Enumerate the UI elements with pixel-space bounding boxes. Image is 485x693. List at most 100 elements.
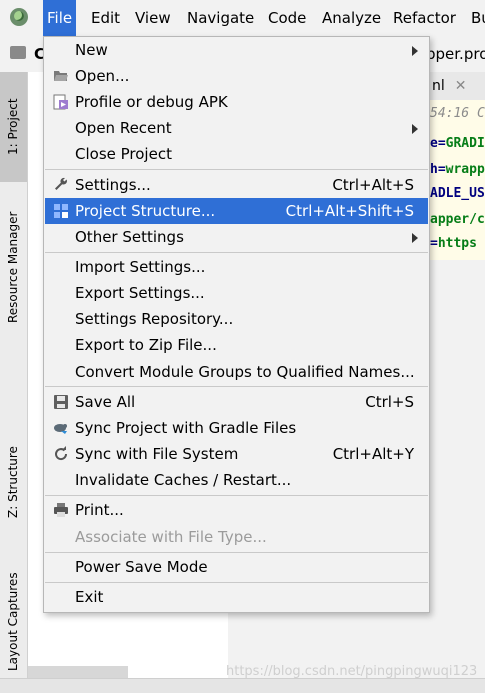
menu-build[interactable]: Bu (467, 0, 485, 36)
menu-navigate[interactable]: Navigate (183, 0, 258, 36)
code-value: ADLE_US (430, 186, 485, 201)
menu-item-label: Invalidate Caches / Restart... (75, 471, 292, 489)
menu-item-label: Sync Project with Gradle Files (75, 419, 297, 437)
menu-item-export-settings[interactable]: Export Settings... (45, 280, 428, 306)
code-value: GRADI (445, 136, 485, 151)
breadcrumb-file[interactable]: pper.pro (426, 36, 485, 72)
menu-item-label: Convert Module Groups to Qualified Names… (75, 363, 415, 381)
editor-tab[interactable]: nl ✕ (428, 72, 485, 101)
submenu-arrow-icon (412, 233, 418, 243)
watermark: https://blog.csdn.net/pingpingwuqi123 (226, 664, 478, 679)
file-menu-dropdown: New Open... Profile or debug APK Open Re… (43, 36, 430, 613)
code-line: apper/c (430, 212, 485, 227)
submenu-arrow-icon (412, 124, 418, 134)
menu-item-label: Profile or debug APK (75, 93, 228, 111)
menu-separator (45, 169, 428, 170)
menu-item-convert-module-groups[interactable]: Convert Module Groups to Qualified Names… (45, 359, 428, 385)
menu-refactor[interactable]: Refactor (389, 0, 460, 36)
menu-bar: File Edit View Navigate Code Analyze Ref… (0, 0, 485, 37)
menu-edit[interactable]: Edit (87, 0, 124, 36)
code-value: https (437, 236, 477, 251)
menu-item-label: Associate with File Type... (75, 528, 267, 546)
code-key: e= (430, 136, 446, 151)
code-value: wrapp (445, 162, 485, 177)
code-key: = (430, 236, 438, 251)
code-line: =https (430, 236, 477, 251)
menu-item-sync-file-system[interactable]: Sync with File System Ctrl+Alt+Y (45, 441, 428, 467)
menu-item-label: Project Structure... (75, 202, 216, 220)
bottom-bar (0, 678, 485, 693)
android-studio-icon (10, 8, 28, 26)
menu-item-label: Exit (75, 588, 104, 606)
menu-item-new[interactable]: New (45, 37, 428, 63)
menu-item-label: Close Project (75, 145, 172, 163)
save-icon (54, 395, 68, 409)
menu-item-project-structure[interactable]: Project Structure... Ctrl+Alt+Shift+S (45, 198, 428, 224)
menu-item-label: Settings... (75, 176, 151, 194)
wrench-icon (55, 177, 67, 190)
menu-item-settings[interactable]: Settings... Ctrl+Alt+S (45, 172, 428, 198)
gradle-sync-icon (54, 424, 67, 434)
editor-comment: 54:16 C (430, 106, 485, 121)
menu-separator (45, 495, 428, 496)
menu-item-label: New (75, 41, 108, 59)
apk-icon (53, 94, 68, 110)
menu-item-sync-gradle[interactable]: Sync Project with Gradle Files (45, 415, 428, 441)
menu-item-exit[interactable]: Exit (45, 584, 428, 610)
menu-item-label: Open Recent (75, 119, 172, 137)
menu-file[interactable]: File (43, 0, 77, 36)
project-structure-icon (54, 204, 68, 218)
tab-resource-manager[interactable]: Resource Manager (0, 202, 27, 332)
code-key: h= (430, 162, 446, 177)
printer-icon (54, 503, 68, 517)
menu-item-other-settings[interactable]: Other Settings (45, 224, 428, 250)
menu-separator (45, 582, 428, 583)
menu-view[interactable]: View (131, 0, 175, 36)
menu-item-label: Export Settings... (75, 284, 205, 302)
menu-item-shortcut: Ctrl+Alt+Shift+S (285, 202, 414, 220)
menu-item-label: Settings Repository... (75, 310, 234, 328)
menu-item-label: Open... (75, 67, 130, 85)
code-line: ADLE_US (430, 186, 485, 201)
folder-open-icon (54, 71, 68, 81)
menu-item-import-settings[interactable]: Import Settings... (45, 254, 428, 280)
menu-item-export-zip[interactable]: Export to Zip File... (45, 332, 428, 358)
tool-window-strip: 1: Project Resource Manager Z: Structure… (0, 72, 28, 692)
tab-project[interactable]: 1: Project (0, 72, 27, 182)
tab-structure[interactable]: Z: Structure (0, 437, 27, 527)
menu-item-label: Export to Zip File... (75, 336, 217, 354)
editor-tab-label: nl (432, 78, 445, 94)
menu-item-shortcut: Ctrl+Alt+S (332, 176, 414, 194)
menu-item-open-recent[interactable]: Open Recent (45, 115, 428, 141)
code-line: e=GRADI (430, 136, 485, 151)
menu-item-label: Print... (75, 501, 124, 519)
menu-item-power-save-mode[interactable]: Power Save Mode (45, 554, 428, 580)
menu-item-shortcut: Ctrl+Alt+Y (332, 445, 414, 463)
menu-item-shortcut: Ctrl+S (365, 393, 414, 411)
submenu-arrow-icon (412, 46, 418, 56)
menu-item-invalidate-caches[interactable]: Invalidate Caches / Restart... (45, 467, 428, 493)
menu-item-label: Power Save Mode (75, 558, 208, 576)
menu-separator (45, 552, 428, 553)
menu-item-label: Import Settings... (75, 258, 206, 276)
menu-item-label: Other Settings (75, 228, 184, 246)
menu-item-label: Sync with File System (75, 445, 239, 463)
menu-item-close-project[interactable]: Close Project (45, 141, 428, 167)
menu-item-profile-apk[interactable]: Profile or debug APK (45, 89, 428, 115)
menu-item-print[interactable]: Print... (45, 497, 428, 523)
tab-layout-captures[interactable]: Layout Captures (0, 562, 27, 682)
menu-code[interactable]: Code (264, 0, 310, 36)
menu-item-open[interactable]: Open... (45, 63, 428, 89)
menu-item-save-all[interactable]: Save All Ctrl+S (45, 389, 428, 415)
menu-separator (45, 252, 428, 253)
menu-analyze[interactable]: Analyze (318, 0, 385, 36)
menu-item-label: Save All (75, 393, 136, 411)
menu-separator (45, 386, 428, 387)
close-tab-icon[interactable]: ✕ (445, 78, 467, 94)
menu-item-settings-repository[interactable]: Settings Repository... (45, 306, 428, 332)
code-line: h=wrapp (430, 162, 485, 177)
menu-item-associate-file-type: Associate with File Type... (45, 524, 428, 550)
refresh-icon (55, 446, 68, 461)
editor-area[interactable]: 54:16 C e=GRADI h=wrapp ADLE_US apper/c … (428, 100, 485, 260)
horizontal-scrollbar[interactable] (28, 666, 128, 678)
